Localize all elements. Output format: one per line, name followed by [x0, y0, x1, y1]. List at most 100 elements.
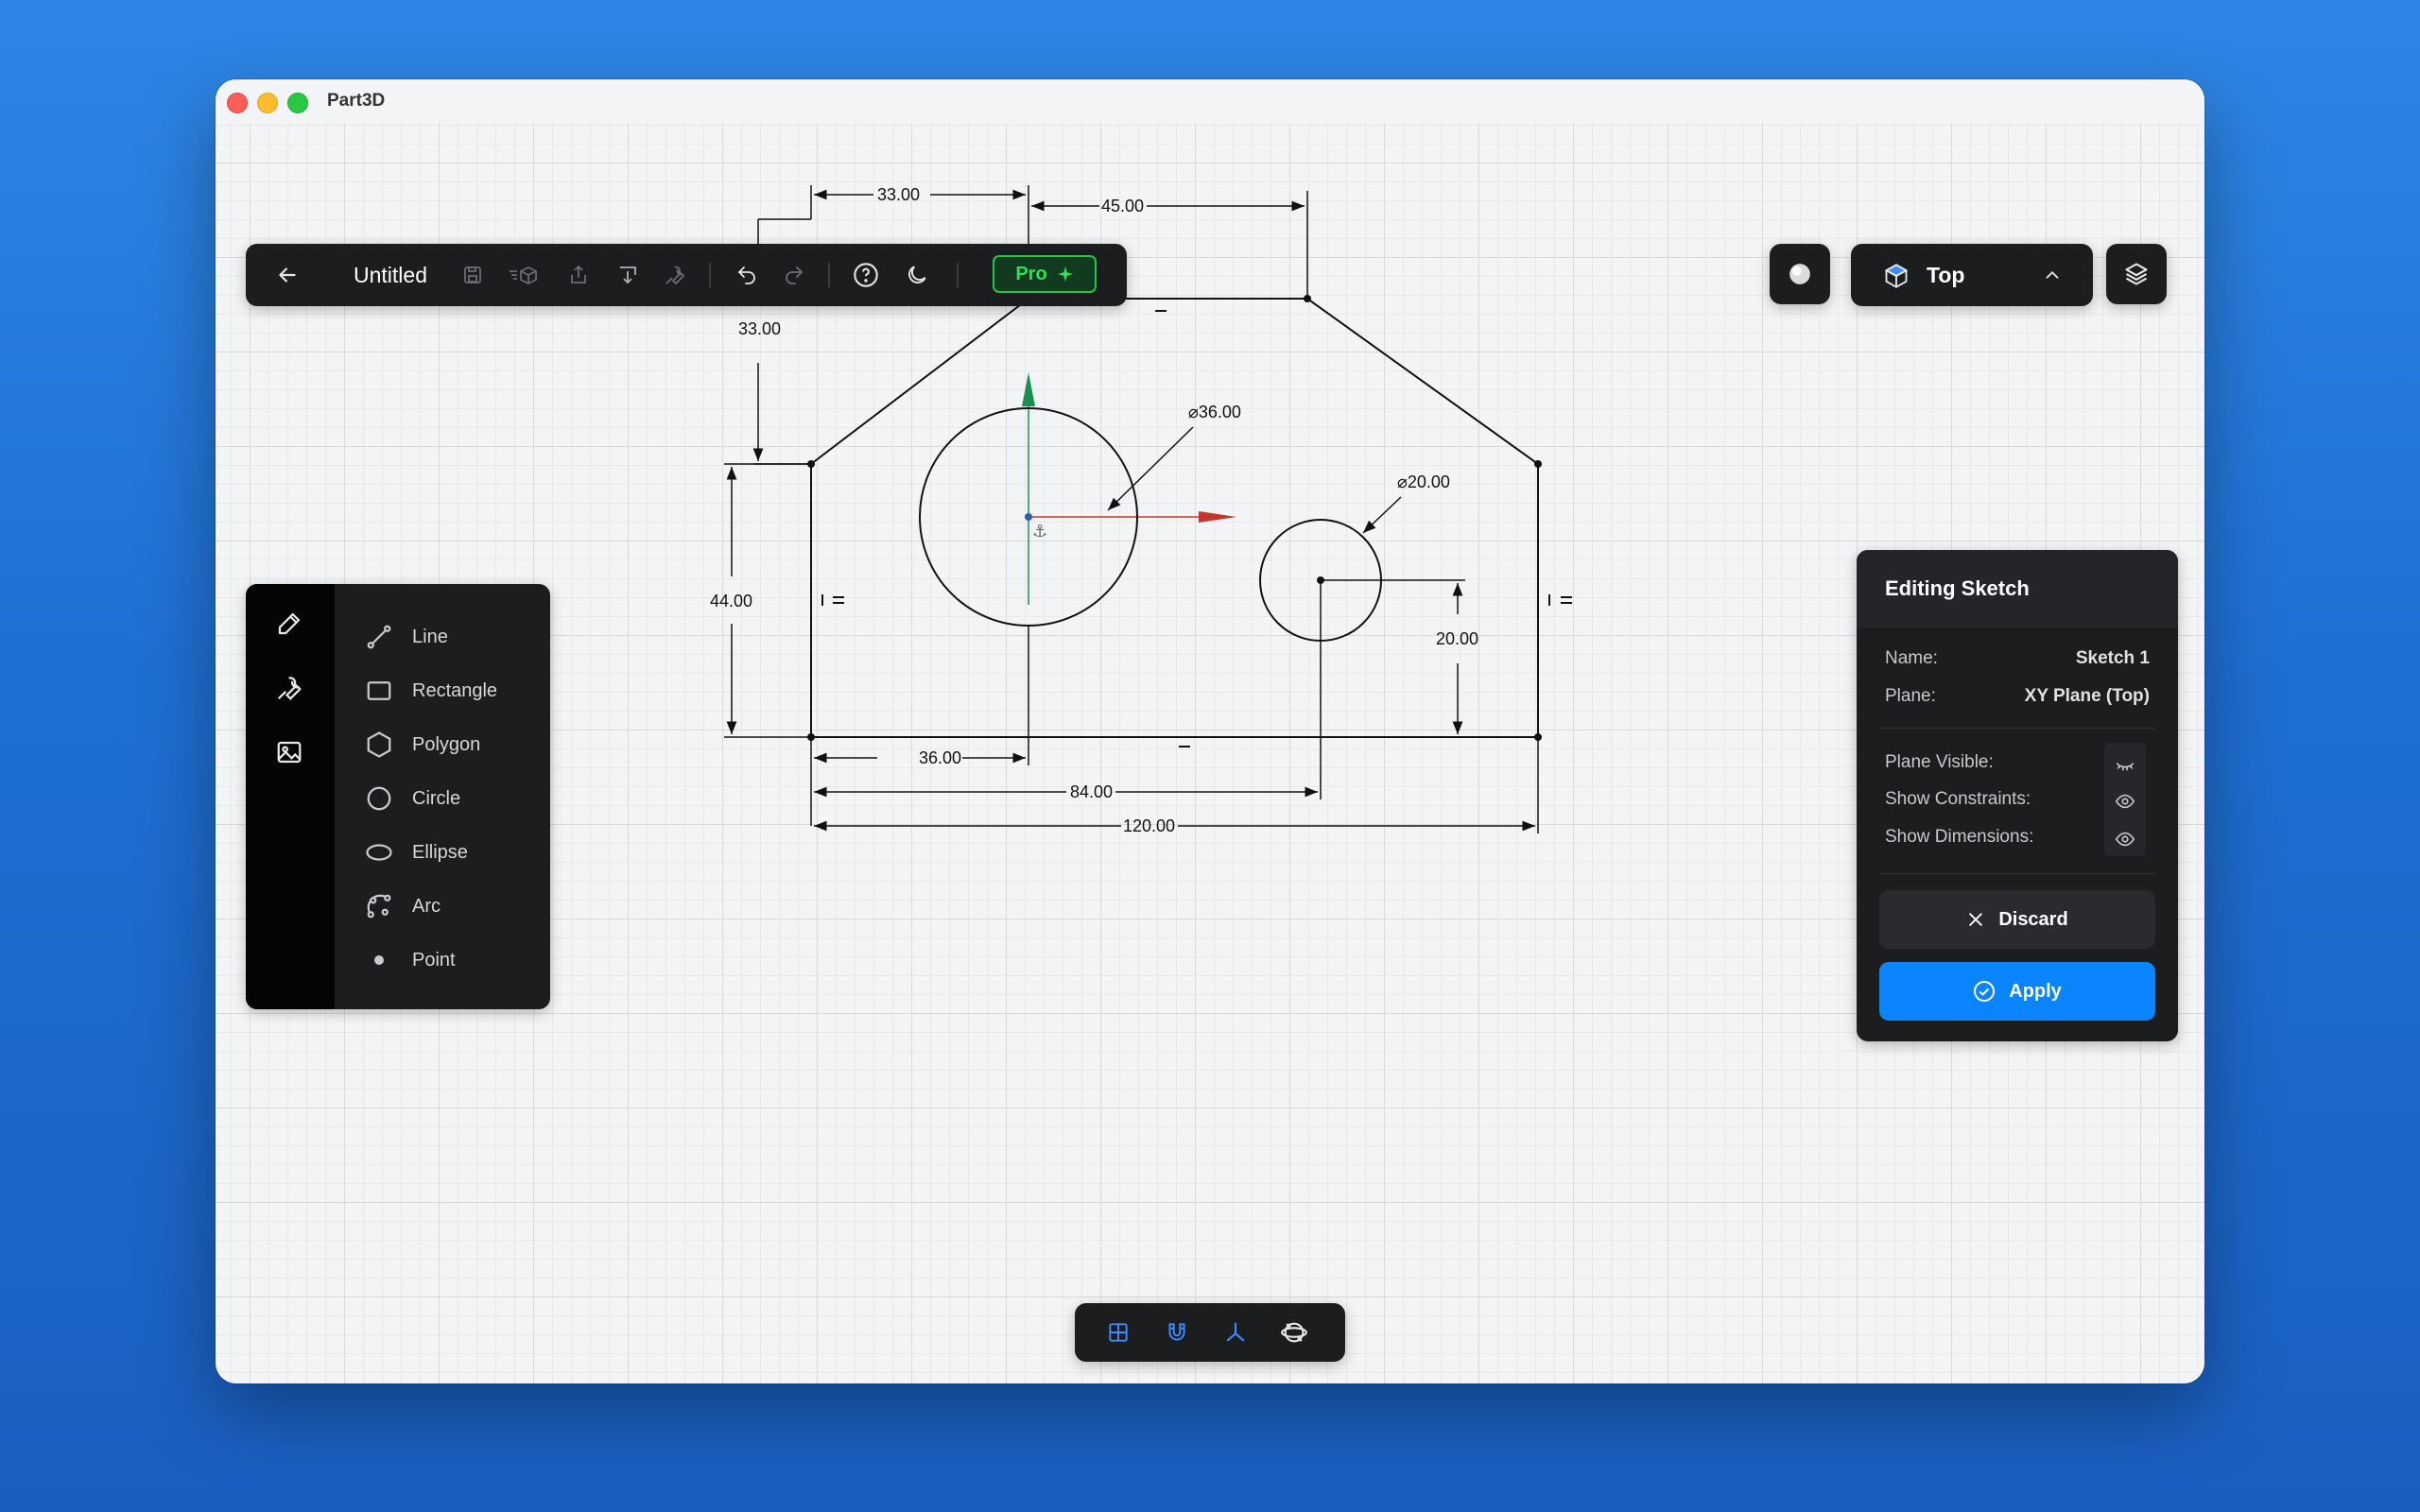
dimension-label-33-top[interactable]: 33.00	[877, 185, 920, 204]
snap-toggle-button[interactable]	[1162, 1317, 1192, 1348]
panel-title: Editing Sketch	[1885, 576, 2030, 600]
panel-header: Editing Sketch	[1857, 550, 2178, 627]
check-circle-icon	[1974, 981, 1996, 1002]
dimension-label-44[interactable]: 44.00	[710, 592, 752, 610]
tool-rectangle[interactable]: Rectangle	[363, 672, 497, 710]
tool-arc[interactable]: Arc	[363, 887, 441, 925]
layers-button[interactable]	[2106, 244, 2167, 304]
magnet-icon	[1168, 1323, 1185, 1341]
maximize-window-button[interactable]	[287, 93, 308, 113]
grid-toggle-button[interactable]	[1103, 1317, 1133, 1348]
diameter-20-leader[interactable]	[1362, 496, 1402, 534]
plane-visible-label: Plane Visible:	[1885, 752, 1994, 772]
view-selector[interactable]: Top	[1851, 244, 2093, 306]
cube-icon	[1884, 264, 1909, 288]
wrench-icon	[277, 677, 302, 700]
tool-line[interactable]: Line	[363, 618, 448, 656]
tool-circle[interactable]: Circle	[363, 780, 460, 817]
apply-button[interactable]: Apply	[1879, 962, 2155, 1021]
layers-icon	[2125, 263, 2148, 285]
dimension-label-20[interactable]: 20.00	[1436, 629, 1478, 648]
close-icon	[1969, 913, 1983, 926]
app-window: Part3D ⚓ 33.00 45.00 33.00 44.00 36.00 8…	[216, 79, 2204, 1383]
help-icon	[854, 263, 878, 287]
arc-icon	[363, 890, 395, 922]
title-bar: Part3D	[216, 79, 2204, 123]
dimension-label-33-left[interactable]: 33.00	[738, 319, 781, 338]
sketch-name-row: Name: Sketch 1	[1885, 648, 2150, 669]
back-button[interactable]	[268, 244, 306, 306]
profile-vertices[interactable]	[807, 295, 1542, 741]
toolbar-divider	[828, 263, 830, 287]
snap-toolbar	[1075, 1303, 1345, 1362]
tool-polygon-label: Polygon	[412, 733, 481, 755]
dimension-20[interactable]	[1321, 579, 1465, 734]
sketch-tab[interactable]	[272, 607, 306, 641]
orbit-button[interactable]	[1279, 1317, 1309, 1348]
download-button[interactable]	[611, 244, 645, 306]
show-constraints-label: Show Constraints:	[1885, 789, 2031, 809]
y-axis-arrow	[1022, 372, 1035, 406]
undo-button[interactable]	[730, 244, 764, 306]
chevron-up-icon	[2046, 270, 2059, 279]
sketch-plane-label: Plane:	[1885, 686, 1936, 706]
share-button[interactable]	[562, 244, 596, 306]
plane-visible-row: Plane Visible:	[1885, 752, 2150, 773]
cube-list-icon	[510, 266, 537, 285]
anchor-icon: ⚓	[1032, 522, 1047, 541]
export-3d-button[interactable]	[505, 244, 543, 306]
show-dimensions-label: Show Dimensions:	[1885, 827, 2034, 847]
sketch-name-label: Name:	[1885, 648, 1938, 668]
tool-point-label: Point	[412, 949, 456, 971]
dimension-label-84[interactable]: 84.00	[1070, 782, 1113, 801]
grid-icon	[1109, 1323, 1128, 1342]
sketch-canvas[interactable]: ⚓ 33.00 45.00 33.00 44.00 36.00 84.00 12…	[216, 123, 2204, 1383]
panel-divider	[1879, 873, 2155, 874]
tool-point[interactable]: Point	[363, 941, 456, 979]
undo-icon	[737, 266, 755, 284]
tool-ellipse-label: Ellipse	[412, 841, 468, 863]
app-title: Part3D	[327, 91, 386, 111]
editing-sketch-panel: Editing Sketch Name: Sketch 1 Plane: XY …	[1857, 550, 2178, 1041]
tool-line-label: Line	[412, 626, 448, 647]
pro-label: Pro	[1015, 263, 1047, 284]
dimension-label-45[interactable]: 45.00	[1101, 197, 1144, 215]
close-window-button[interactable]	[227, 93, 248, 113]
constraint-marks	[821, 310, 1572, 747]
dimension-36[interactable]	[810, 626, 1029, 826]
view-label: Top	[1927, 263, 1965, 287]
download-icon	[620, 266, 636, 284]
modify-tab[interactable]	[272, 671, 306, 705]
point-icon	[363, 944, 395, 976]
discard-button[interactable]: Discard	[1879, 890, 2155, 949]
save-button[interactable]	[456, 244, 490, 306]
document-title[interactable]: Untitled	[354, 263, 427, 288]
diameter-label-36[interactable]: ⌀36.00	[1188, 403, 1241, 421]
render-mode-button[interactable]	[1770, 244, 1830, 304]
origin-point[interactable]	[1025, 513, 1032, 521]
wrench-icon	[666, 266, 685, 285]
pro-button[interactable]: Pro	[993, 255, 1097, 293]
redo-button[interactable]	[777, 244, 811, 306]
tools-button[interactable]	[658, 244, 692, 306]
toolbar-divider	[957, 263, 959, 287]
diameter-36-leader[interactable]	[1107, 426, 1194, 511]
sketch-name-value[interactable]: Sketch 1	[2076, 648, 2150, 669]
help-button[interactable]	[849, 244, 883, 306]
tool-ellipse[interactable]: Ellipse	[363, 833, 468, 871]
theme-toggle-button[interactable]	[900, 244, 934, 306]
dimension-label-36[interactable]: 36.00	[919, 748, 961, 767]
dimension-label-120[interactable]: 120.00	[1123, 816, 1175, 835]
image-tab[interactable]	[272, 735, 306, 769]
axes-icon	[1226, 1322, 1245, 1342]
dimension-84[interactable]	[814, 580, 1322, 799]
show-dimensions-row: Show Dimensions:	[1885, 827, 2150, 848]
arrow-left-icon	[279, 267, 296, 283]
axes-toggle-button[interactable]	[1220, 1317, 1251, 1348]
save-icon	[464, 266, 481, 284]
tool-polygon[interactable]: Polygon	[363, 726, 480, 764]
minimize-window-button[interactable]	[257, 93, 278, 113]
apply-label: Apply	[2009, 980, 2062, 1002]
tool-rectangle-label: Rectangle	[412, 679, 498, 701]
diameter-label-20[interactable]: ⌀20.00	[1397, 472, 1450, 491]
